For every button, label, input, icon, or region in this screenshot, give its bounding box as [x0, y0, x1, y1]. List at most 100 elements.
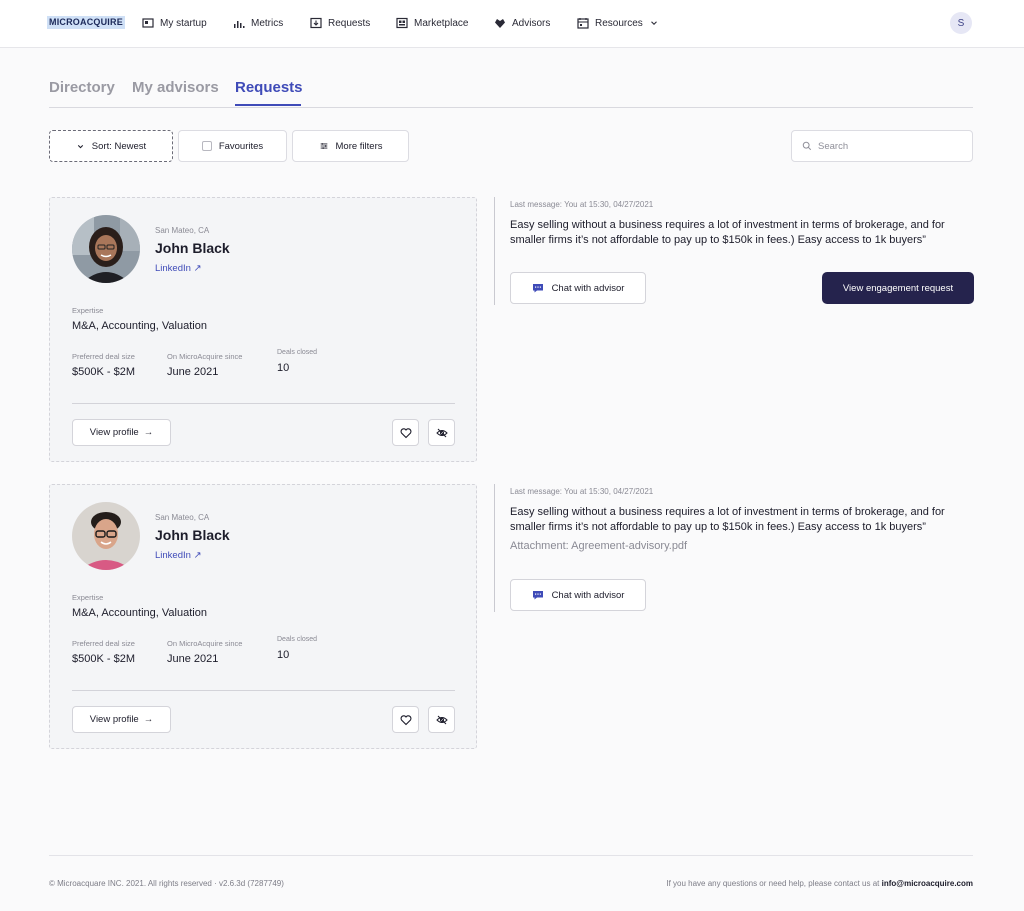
- card-divider: [72, 690, 455, 691]
- nav-item-marketplace[interactable]: Marketplace: [396, 14, 468, 32]
- footer-copyright: © Microacquare INC. 2021. All rights res…: [49, 879, 284, 888]
- deals-label: Deals closed: [277, 636, 318, 643]
- favourite-button[interactable]: [392, 419, 419, 446]
- startup-icon: [142, 18, 154, 28]
- chat-with-advisor-button[interactable]: Chat with advisor: [510, 579, 646, 611]
- tab-directory[interactable]: Directory: [49, 79, 115, 96]
- expertise-value: M&A, Accounting, Valuation: [72, 320, 207, 332]
- last-message-meta: Last message: You at 15:30, 04/27/2021: [510, 487, 654, 496]
- linkedin-link[interactable]: LinkedIn ↗: [155, 550, 202, 561]
- deal-size-label: Preferred deal size: [72, 352, 135, 361]
- external-link-icon: ↗: [193, 263, 202, 274]
- favourites-filter[interactable]: Favourites: [178, 130, 287, 162]
- advisor-location: San Mateo, CA: [155, 513, 210, 522]
- nav-item-requests[interactable]: Requests: [310, 14, 370, 32]
- footer-divider: [49, 855, 973, 856]
- eye-off-icon: [435, 428, 448, 437]
- sort-dropdown[interactable]: Sort: Newest: [49, 130, 173, 162]
- chevron-down-icon: [650, 21, 657, 26]
- nav-label: Advisors: [512, 17, 551, 29]
- advisor-card: San Mateo, CA John Black LinkedIn ↗ Expe…: [49, 197, 477, 462]
- chat-label: Chat with advisor: [551, 589, 625, 601]
- footer-email-link[interactable]: info@microacquire.com: [882, 879, 973, 888]
- chat-icon: [532, 284, 543, 293]
- deals-label: Deals closed: [277, 349, 318, 356]
- expertise-label: Expertise: [72, 306, 104, 315]
- sort-label: Sort: Newest: [91, 140, 147, 152]
- last-message-meta: Last message: You at 15:30, 04/27/2021: [510, 200, 654, 209]
- search-input[interactable]: [818, 140, 958, 152]
- heart-icon: [400, 427, 411, 438]
- view-engagement-request-button[interactable]: View engagement request: [822, 272, 974, 304]
- advisor-photo: [72, 215, 140, 283]
- deal-size-value: $500K - $2M: [72, 366, 135, 378]
- last-message-text: Easy selling without a business requires…: [510, 219, 945, 246]
- expertise-value: M&A, Accounting, Valuation: [72, 607, 207, 619]
- footer-help: If you have any questions or need help, …: [666, 879, 973, 888]
- sliders-icon: [320, 143, 327, 149]
- heart-icon: [400, 714, 411, 725]
- arrow-right-icon: →: [143, 714, 154, 725]
- tab-my-advisors[interactable]: My advisors: [132, 79, 219, 96]
- logo[interactable]: MICROACQUIRE: [47, 16, 125, 29]
- favourites-label: Favourites: [218, 140, 264, 152]
- advisors-icon: [495, 19, 505, 28]
- message-panel: Last message: You at 15:30, 04/27/2021 E…: [494, 197, 974, 305]
- hide-button[interactable]: [428, 419, 455, 446]
- since-label: On MicroAcquire since: [167, 352, 243, 361]
- advisor-card: San Mateo, CA John Black LinkedIn ↗ Expe…: [49, 484, 477, 749]
- metrics-icon: [234, 21, 245, 28]
- card-divider: [72, 403, 455, 404]
- marketplace-icon: [396, 17, 408, 29]
- deals-value: 10: [277, 362, 290, 374]
- linkedin-label: LinkedIn: [155, 263, 191, 274]
- view-profile-label: View profile: [89, 427, 139, 438]
- top-navbar: MICROACQUIRE My startup Metrics Requests…: [0, 0, 1024, 48]
- nav-label: Resources: [595, 17, 643, 29]
- since-value: June 2021: [167, 366, 219, 378]
- favourites-checkbox[interactable]: [201, 141, 212, 151]
- chevron-down-icon: [77, 144, 83, 148]
- chat-label: Chat with advisor: [551, 282, 625, 294]
- footer-help-text: If you have any questions or need help, …: [666, 879, 880, 888]
- message-panel: Last message: You at 15:30, 04/27/2021 E…: [494, 484, 974, 612]
- view-profile-button[interactable]: View profile →: [72, 706, 171, 733]
- view-profile-button[interactable]: View profile →: [72, 419, 171, 446]
- chat-with-advisor-button[interactable]: Chat with advisor: [510, 272, 646, 304]
- resources-icon: [577, 18, 589, 29]
- external-link-icon: ↗: [193, 550, 202, 561]
- deals-value: 10: [277, 649, 290, 661]
- more-filters-button[interactable]: More filters: [292, 130, 409, 162]
- advisor-tabs: Directory My advisors Requests: [49, 76, 973, 108]
- last-message-text: Easy selling without a business requires…: [510, 506, 945, 533]
- favourite-button[interactable]: [392, 706, 419, 733]
- search-box[interactable]: [791, 130, 973, 162]
- expertise-label: Expertise: [72, 593, 104, 602]
- advisor-name: John Black: [155, 527, 230, 543]
- arrow-right-icon: →: [143, 427, 154, 438]
- nav-item-metrics[interactable]: Metrics: [233, 14, 283, 32]
- user-avatar[interactable]: S: [950, 12, 972, 34]
- hide-button[interactable]: [428, 706, 455, 733]
- more-filters-label: More filters: [335, 140, 383, 152]
- tab-requests[interactable]: Requests: [235, 79, 303, 96]
- nav-item-resources[interactable]: Resources: [577, 14, 659, 32]
- advisor-name: John Black: [155, 240, 230, 256]
- chat-icon: [532, 591, 543, 600]
- linkedin-link[interactable]: LinkedIn ↗: [155, 263, 202, 274]
- active-tab-indicator: [235, 104, 301, 106]
- nav-label: Requests: [328, 17, 371, 29]
- deal-size-value: $500K - $2M: [72, 653, 135, 665]
- advisor-photo: [72, 502, 140, 570]
- search-icon: [802, 141, 812, 151]
- nav-label: Metrics: [251, 17, 284, 29]
- deal-size-label: Preferred deal size: [72, 639, 135, 648]
- attachment-link[interactable]: Attachment: Agreement-advisory.pdf: [510, 540, 687, 552]
- linkedin-label: LinkedIn: [155, 550, 191, 561]
- nav-label: My startup: [160, 17, 207, 29]
- nav-label: Marketplace: [414, 17, 469, 29]
- nav-item-my-startup[interactable]: My startup: [142, 14, 207, 32]
- since-value: June 2021: [167, 653, 219, 665]
- nav-item-advisors[interactable]: Advisors: [494, 14, 550, 32]
- view-profile-label: View profile: [89, 714, 139, 725]
